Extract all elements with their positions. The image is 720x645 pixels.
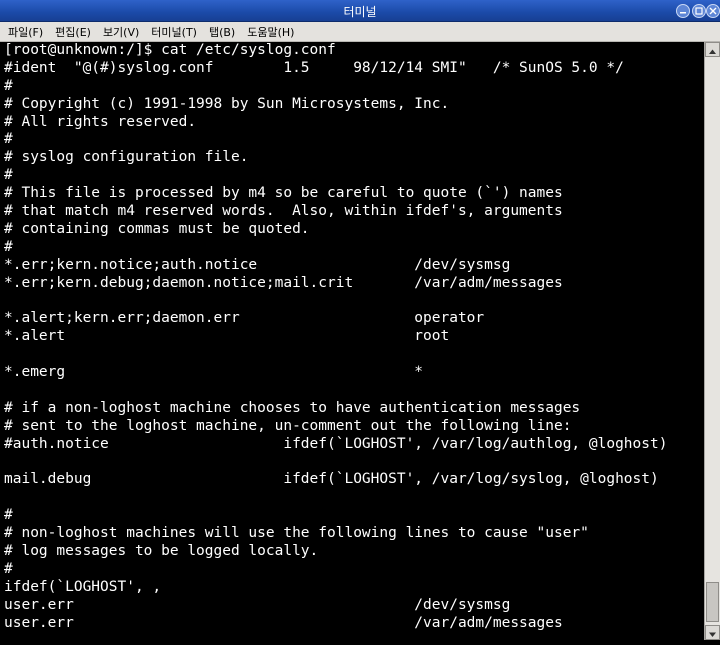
terminal-line: # <box>4 238 13 255</box>
terminal-line: # if a non-loghost machine chooses to ha… <box>4 399 581 416</box>
vertical-scrollbar[interactable] <box>704 42 720 640</box>
title-bar[interactable]: 터미널 <box>0 0 720 22</box>
terminal-line: # non-loghost machines will use the foll… <box>4 525 589 542</box>
terminal-line: # <box>4 131 13 148</box>
terminal-line: [root@unknown:/]$ cat /etc/syslog.conf <box>4 42 336 58</box>
terminal-line: # log messages to be logged locally. <box>4 542 319 559</box>
close-icon <box>709 7 717 15</box>
terminal-line: # that match m4 reserved words. Also, wi… <box>4 203 563 220</box>
menu-bar: 파일(F) 편집(E) 보기(V) 터미널(T) 탭(B) 도움말(H) <box>0 22 720 42</box>
terminal-line: user.err /var/adm/messages <box>4 614 563 631</box>
terminal-line: # <box>4 507 13 524</box>
terminal-line: # All rights reserved. <box>4 113 197 130</box>
minimize-button[interactable] <box>676 4 690 18</box>
terminal-line: # <box>4 77 13 94</box>
terminal-line: # <box>4 167 13 184</box>
minimize-icon <box>680 12 686 14</box>
terminal-window: 터미널 파일(F) 편집(E) 보기(V) 터미널(T) 탭(B) 도움말(H)… <box>0 0 720 640</box>
terminal-line: # sent to the loghost machine, un-commen… <box>4 417 572 434</box>
arrow-down-icon <box>709 632 716 637</box>
close-button[interactable] <box>706 4 720 18</box>
maximize-icon <box>695 7 703 15</box>
terminal-text: [root@unknown:/]$ cat /etc/syslog.conf #i… <box>4 42 667 632</box>
arrow-up-icon <box>709 49 716 54</box>
window-title: 터미널 <box>343 5 377 19</box>
scroll-thumb[interactable] <box>706 582 719 622</box>
menu-terminal[interactable]: 터미널(T) <box>151 24 197 40</box>
terminal-line: # <box>4 560 13 577</box>
terminal-line: # This file is processed by m4 so be car… <box>4 185 563 202</box>
terminal-line: # Copyright (c) 1991-1998 by Sun Microsy… <box>4 95 450 112</box>
terminal-line: # containing commas must be quoted. <box>4 220 310 237</box>
terminal-line: #ident "@(#)syslog.conf 1.5 98/12/14 SMI… <box>4 59 624 76</box>
terminal-line: user.err /dev/sysmsg <box>4 596 511 613</box>
terminal-line: *.alert root <box>4 328 450 345</box>
maximize-button[interactable] <box>692 4 706 18</box>
scroll-down-button[interactable] <box>705 625 720 640</box>
menu-view[interactable]: 보기(V) <box>103 24 139 40</box>
menu-tabs[interactable]: 탭(B) <box>209 24 235 40</box>
terminal-line: mail.debug ifdef(`LOGHOST', /var/log/sys… <box>4 471 659 488</box>
scroll-up-button[interactable] <box>705 42 720 57</box>
terminal-line: *.err;kern.notice;auth.notice /dev/sysms… <box>4 256 511 273</box>
terminal-line: #auth.notice ifdef(`LOGHOST', /var/log/a… <box>4 435 668 452</box>
terminal-line: *.err;kern.debug;daemon.notice;mail.crit… <box>4 274 563 291</box>
terminal-line: ifdef(`LOGHOST', , <box>4 578 162 595</box>
terminal-line: *.alert;kern.err;daemon.err operator <box>4 310 485 327</box>
terminal-output[interactable]: [root@unknown:/]$ cat /etc/syslog.conf #i… <box>0 42 704 640</box>
menu-help[interactable]: 도움말(H) <box>247 24 294 40</box>
terminal-line: # syslog configuration file. <box>4 149 249 166</box>
menu-file[interactable]: 파일(F) <box>8 24 43 40</box>
terminal-line: *.emerg * <box>4 364 424 381</box>
menu-edit[interactable]: 편집(E) <box>55 24 91 40</box>
